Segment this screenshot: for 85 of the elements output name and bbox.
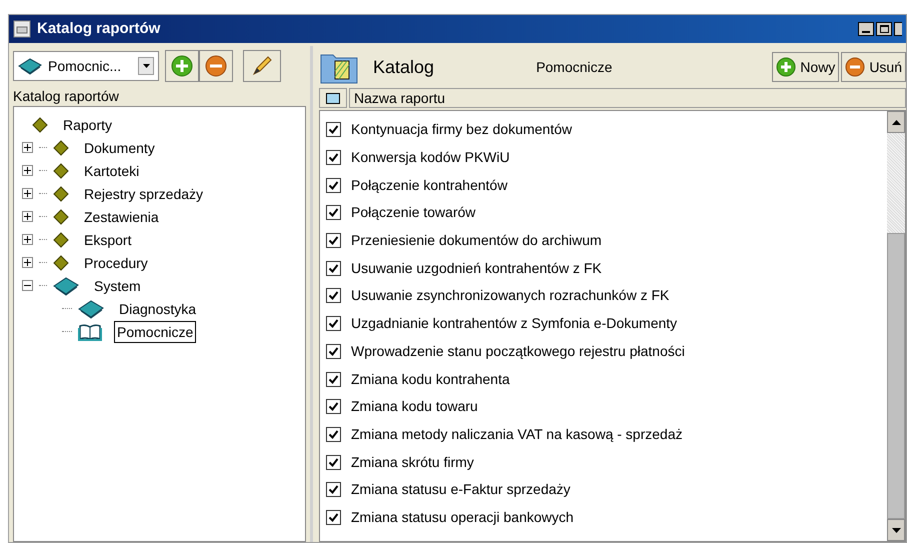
checkbox[interactable] — [326, 372, 341, 387]
remove-button[interactable] — [199, 50, 233, 82]
diamond-icon — [53, 140, 69, 156]
panel-label: Katalog raportów — [13, 87, 120, 106]
report-name: Konwersja kodów PKWiU — [351, 148, 510, 168]
report-name: Usuwanie uzgodnień kontrahentów z FK — [351, 258, 602, 278]
tree-item[interactable]: Eksport — [81, 228, 134, 250]
collapse-icon[interactable] — [22, 280, 33, 291]
checkbox[interactable] — [326, 426, 341, 442]
scroll-thumb[interactable] — [887, 233, 905, 519]
checkbox[interactable] — [326, 122, 341, 138]
diamond-icon — [53, 186, 69, 202]
maximize-button[interactable] — [876, 22, 892, 36]
checkbox[interactable] — [326, 399, 341, 414]
tree-item[interactable]: System — [91, 274, 144, 296]
report-name: Usuwanie zsynchronizowanych rozrachunków z FK — [351, 286, 670, 306]
report-name: Kontynuacja firmy bez dokumentów — [351, 120, 572, 140]
column-icon — [326, 92, 340, 104]
expand-icon[interactable] — [22, 165, 33, 176]
tree-item[interactable]: Kartoteki — [81, 160, 142, 182]
report-name: Zmiana kodu towaru — [351, 397, 478, 416]
close-button[interactable] — [894, 22, 902, 36]
book-icon — [78, 298, 104, 318]
scroll-down-button[interactable] — [887, 519, 905, 541]
report-name: Uzgadnianie kontrahentów z Symfonia e-Dokumenty — [351, 314, 678, 334]
tree-item[interactable]: Dokumenty — [81, 136, 158, 158]
plus-icon — [776, 57, 796, 77]
checkbox[interactable] — [326, 288, 341, 304]
window-icon — [13, 20, 31, 38]
window-title: Katalog raportów — [37, 18, 160, 39]
add-button[interactable] — [165, 50, 199, 82]
column-header[interactable]: Nazwa raportu — [349, 88, 906, 108]
edit-button[interactable] — [243, 50, 281, 82]
expand-icon[interactable] — [22, 257, 33, 268]
tree-item[interactable]: Procedury — [81, 252, 151, 274]
checkbox[interactable] — [326, 454, 341, 470]
tree-item[interactable]: Diagnostyka — [116, 298, 200, 320]
tree-item[interactable]: Zestawienia — [81, 206, 162, 228]
expand-icon[interactable] — [22, 188, 33, 199]
diamond-icon — [53, 162, 69, 178]
plus-icon — [171, 55, 193, 77]
pencil-icon — [250, 54, 274, 78]
diamond-icon — [53, 208, 69, 224]
report-name: Połączenie towarów — [351, 203, 476, 222]
section-title: Katalog — [373, 56, 434, 79]
tree-item[interactable]: Raporty — [60, 114, 116, 136]
open-book-icon — [78, 322, 102, 340]
diamond-icon — [53, 232, 69, 248]
minus-icon — [205, 55, 227, 77]
expand-icon[interactable] — [22, 234, 33, 245]
report-name: Przeniesienie dokumentów do archiwum — [351, 231, 602, 250]
checkbox[interactable] — [326, 233, 341, 248]
report-name: Zmiana statusu operacji bankowych — [351, 508, 574, 527]
checkbox[interactable] — [326, 482, 341, 498]
diamond-icon — [32, 116, 48, 132]
minimize-button[interactable] — [858, 22, 874, 36]
report-name: Połączenie kontrahentów — [351, 176, 508, 195]
tree-item[interactable]: Rejestry sprzedaży — [81, 182, 206, 204]
scroll-up-button[interactable] — [887, 111, 905, 133]
checkbox[interactable] — [326, 178, 341, 193]
report-name: Zmiana statusu e-Faktur sprzedaży — [351, 480, 570, 500]
checkbox[interactable] — [326, 510, 341, 525]
minus-icon — [845, 57, 866, 77]
diamond-icon — [53, 254, 69, 270]
tree-item[interactable]: Pomocnicze — [114, 320, 196, 342]
book-icon — [53, 276, 79, 296]
expand-icon[interactable] — [22, 211, 33, 222]
catalog-dropdown[interactable]: Pomocnic... — [13, 51, 159, 81]
delete-button[interactable]: Usuń — [841, 52, 906, 82]
expand-icon[interactable] — [22, 142, 33, 153]
checkbox[interactable] — [326, 205, 341, 220]
scroll-up-icon — [892, 120, 900, 124]
report-name: Wprowadzenie stanu początkowego rejestru płatności — [351, 342, 685, 361]
scroll-down-icon — [892, 528, 900, 532]
new-button[interactable]: Nowy — [772, 52, 840, 82]
report-name: Zmiana kodu kontrahenta — [351, 370, 510, 389]
checkbox[interactable] — [326, 316, 341, 332]
checkbox[interactable] — [326, 260, 341, 276]
book-icon — [18, 57, 42, 75]
caret-icon — [142, 64, 150, 68]
report-name: Zmiana metody naliczania VAT na kasową - sprzedaż — [351, 424, 682, 444]
checkbox[interactable] — [326, 344, 341, 359]
report-name: Zmiana skrótu firmy — [351, 452, 474, 472]
section-subtitle: Pomocnicze — [536, 58, 612, 76]
checkbox[interactable] — [326, 150, 341, 166]
